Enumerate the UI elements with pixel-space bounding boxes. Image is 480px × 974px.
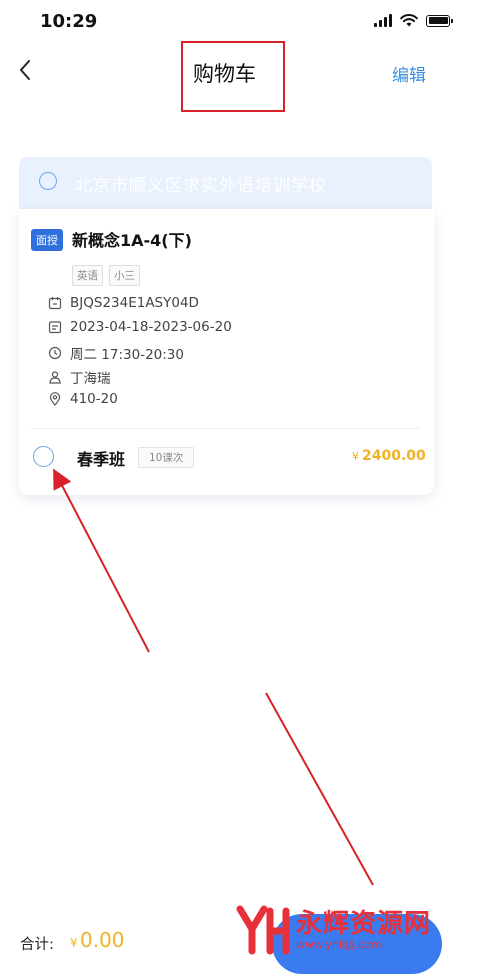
watermark-logo-icon bbox=[236, 905, 290, 955]
course-code: BJQS234E1ASY04D bbox=[70, 295, 199, 311]
course-price: ¥2400.00 bbox=[352, 448, 426, 464]
status-time: 10:29 bbox=[40, 11, 98, 32]
classroom: 410-20 bbox=[70, 391, 118, 407]
status-icons bbox=[374, 14, 453, 27]
annotation-highlight-box bbox=[181, 41, 285, 112]
price-currency: ¥ bbox=[352, 450, 359, 463]
info-row-dates: 2023-04-18-2023-06-20 bbox=[48, 319, 232, 335]
class-name: 春季班 bbox=[77, 450, 126, 469]
signal-icon bbox=[374, 14, 392, 27]
teacher-name: 丁海瑞 bbox=[70, 371, 111, 387]
location-icon bbox=[49, 392, 61, 406]
school-select-radio[interactable] bbox=[39, 172, 57, 190]
annotation-line bbox=[265, 692, 374, 886]
grade-chip: 小三 bbox=[109, 265, 140, 286]
course-time: 周二 17:30-20:30 bbox=[70, 347, 184, 363]
lesson-count-chip: 10课次 bbox=[138, 447, 195, 468]
edit-button[interactable]: 编辑 bbox=[392, 61, 426, 86]
watermark-name: 永辉资源网 bbox=[296, 908, 432, 939]
annotation-arrow bbox=[53, 468, 150, 653]
price-value: 2400.00 bbox=[362, 448, 426, 464]
mode-badge: 面授 bbox=[31, 229, 63, 251]
card-divider bbox=[31, 428, 420, 429]
info-row-location: 410-20 bbox=[48, 391, 118, 407]
total-currency: ¥ bbox=[70, 936, 78, 950]
watermark: 永辉资源网 www.yhkjjj.com bbox=[236, 903, 431, 957]
total-value: 0.00 bbox=[80, 928, 125, 952]
calendar-icon bbox=[48, 297, 62, 310]
teacher-icon bbox=[49, 371, 61, 384]
info-row-teacher: 丁海瑞 bbox=[48, 367, 111, 387]
back-chevron-icon[interactable] bbox=[14, 56, 42, 84]
watermark-url: www.yhkjjj.com bbox=[296, 937, 382, 951]
battery-icon bbox=[426, 14, 453, 27]
clock-icon bbox=[48, 346, 62, 360]
info-row-code: BJQS234E1ASY04D bbox=[48, 295, 199, 311]
school-name: 北京市顺义区求实外语培训学校 bbox=[75, 176, 327, 196]
date-range-icon bbox=[48, 321, 62, 334]
course-name: 新概念1A-4(下) bbox=[72, 231, 192, 250]
wifi-icon bbox=[400, 14, 418, 27]
total-label: 合计: bbox=[20, 937, 54, 953]
info-row-time: 周二 17:30-20:30 bbox=[48, 343, 184, 363]
course-dates: 2023-04-18-2023-06-20 bbox=[70, 319, 232, 335]
class-select-radio[interactable] bbox=[33, 446, 54, 467]
subject-chip: 英语 bbox=[72, 265, 103, 286]
